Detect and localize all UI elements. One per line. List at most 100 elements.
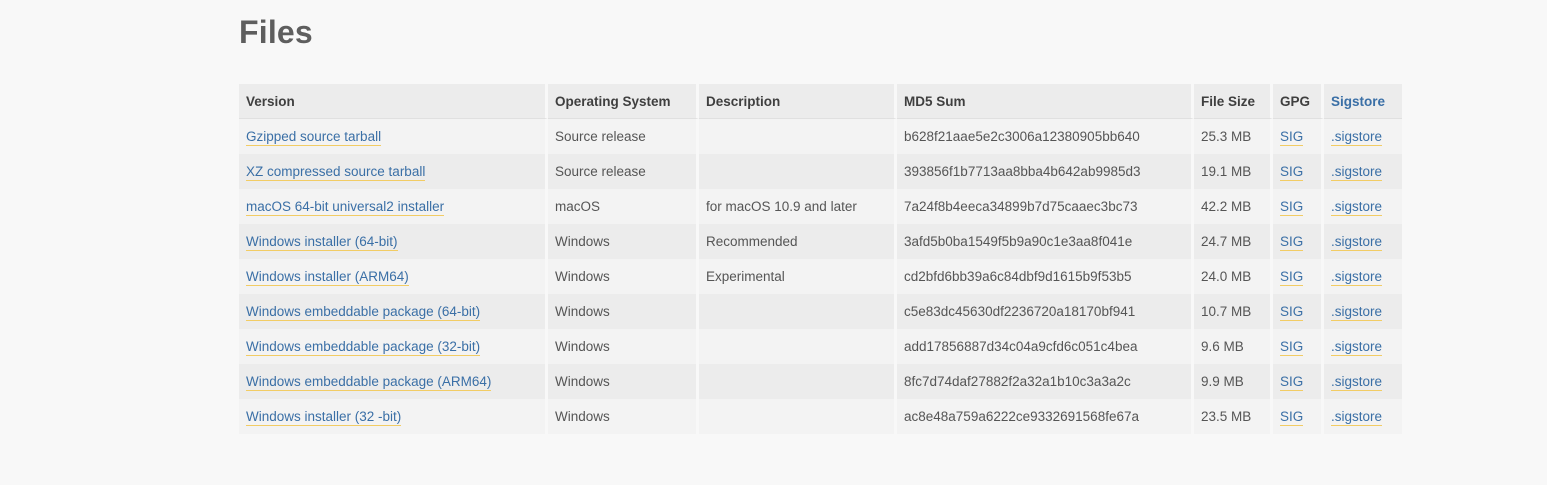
download-link[interactable]: Windows embeddable package (ARM64) — [246, 374, 492, 391]
cell-gpg: SIG — [1273, 224, 1324, 259]
files-table-body: Gzipped source tarball Source release b628… — [239, 119, 1402, 434]
cell-version: macOS 64-bit universal2 installer — [239, 189, 548, 224]
table-row: Windows embeddable package (ARM64) Window… — [239, 364, 1402, 399]
gpg-sig-link[interactable]: SIG — [1280, 199, 1304, 216]
sigstore-link[interactable]: .sigstore — [1331, 164, 1383, 181]
download-link[interactable]: XZ compressed source tarball — [246, 164, 426, 181]
cell-description: Recommended — [699, 224, 897, 259]
cell-sigstore: .sigstore — [1324, 259, 1402, 294]
cell-size: 25.3 MB — [1194, 119, 1273, 154]
download-link[interactable]: Windows installer (32 -bit) — [246, 409, 402, 426]
gpg-sig-link[interactable]: SIG — [1280, 339, 1304, 356]
column-header-gpg: GPG — [1273, 84, 1324, 119]
cell-description — [699, 329, 897, 364]
table-row: Gzipped source tarball Source release b628… — [239, 119, 1402, 154]
cell-os: Windows — [548, 329, 699, 364]
cell-gpg: SIG — [1273, 154, 1324, 189]
cell-os: Source release — [548, 154, 699, 189]
cell-version: Windows embeddable package (64-bit) — [239, 294, 548, 329]
gpg-sig-link[interactable]: SIG — [1280, 129, 1304, 146]
sigstore-link[interactable]: .sigstore — [1331, 374, 1383, 391]
files-page: Files Version Operating System Descripti… — [0, 0, 1547, 485]
gpg-sig-link[interactable]: SIG — [1280, 409, 1304, 426]
cell-version: Windows embeddable package (32-bit) — [239, 329, 548, 364]
cell-gpg: SIG — [1273, 364, 1324, 399]
cell-description — [699, 364, 897, 399]
cell-size: 9.6 MB — [1194, 329, 1273, 364]
cell-size: 23.5 MB — [1194, 399, 1273, 434]
cell-sigstore: .sigstore — [1324, 294, 1402, 329]
sigstore-header-link[interactable]: Sigstore — [1331, 94, 1385, 109]
cell-os: Windows — [548, 399, 699, 434]
cell-os: Windows — [548, 224, 699, 259]
sigstore-link[interactable]: .sigstore — [1331, 269, 1383, 286]
files-table: Version Operating System Description MD5… — [239, 84, 1402, 434]
download-link[interactable]: Gzipped source tarball — [246, 129, 382, 146]
gpg-sig-link[interactable]: SIG — [1280, 234, 1304, 251]
column-header-size: File Size — [1194, 84, 1273, 119]
cell-size: 10.7 MB — [1194, 294, 1273, 329]
column-header-sigstore[interactable]: Sigstore — [1324, 84, 1402, 119]
cell-size: 24.0 MB — [1194, 259, 1273, 294]
cell-description — [699, 154, 897, 189]
sigstore-link[interactable]: .sigstore — [1331, 234, 1383, 251]
cell-sigstore: .sigstore — [1324, 329, 1402, 364]
cell-version: Gzipped source tarball — [239, 119, 548, 154]
cell-description — [699, 399, 897, 434]
cell-version: Windows installer (ARM64) — [239, 259, 548, 294]
sigstore-link[interactable]: .sigstore — [1331, 129, 1383, 146]
cell-md5: b628f21aae5e2c3006a12380905bb640 — [897, 119, 1194, 154]
download-link[interactable]: Windows embeddable package (32-bit) — [246, 339, 481, 356]
cell-gpg: SIG — [1273, 259, 1324, 294]
cell-description: for macOS 10.9 and later — [699, 189, 897, 224]
column-header-version: Version — [239, 84, 548, 119]
cell-md5: c5e83dc45630df2236720a18170bf941 — [897, 294, 1194, 329]
cell-sigstore: .sigstore — [1324, 154, 1402, 189]
cell-size: 19.1 MB — [1194, 154, 1273, 189]
cell-size: 24.7 MB — [1194, 224, 1273, 259]
sigstore-link[interactable]: .sigstore — [1331, 199, 1383, 216]
cell-md5: 8fc7d74daf27882f2a32a1b10c3a3a2c — [897, 364, 1194, 399]
cell-os: Windows — [548, 364, 699, 399]
cell-os: macOS — [548, 189, 699, 224]
cell-version: Windows installer (32 -bit) — [239, 399, 548, 434]
cell-description — [699, 294, 897, 329]
cell-sigstore: .sigstore — [1324, 189, 1402, 224]
cell-md5: 393856f1b7713aa8bba4b642ab9985d3 — [897, 154, 1194, 189]
cell-gpg: SIG — [1273, 119, 1324, 154]
cell-version: XZ compressed source tarball — [239, 154, 548, 189]
cell-md5: 7a24f8b4eeca34899b7d75caaec3bc73 — [897, 189, 1194, 224]
gpg-sig-link[interactable]: SIG — [1280, 269, 1304, 286]
sigstore-link[interactable]: .sigstore — [1331, 409, 1383, 426]
column-header-os: Operating System — [548, 84, 699, 119]
table-row: XZ compressed source tarball Source relea… — [239, 154, 1402, 189]
gpg-sig-link[interactable]: SIG — [1280, 374, 1304, 391]
table-row: Windows embeddable package (32-bit) Windo… — [239, 329, 1402, 364]
sigstore-link[interactable]: .sigstore — [1331, 339, 1383, 356]
cell-description — [699, 119, 897, 154]
download-link[interactable]: Windows embeddable package (64-bit) — [246, 304, 481, 321]
table-row: Windows installer (ARM64) Windows Experime… — [239, 259, 1402, 294]
cell-sigstore: .sigstore — [1324, 399, 1402, 434]
cell-gpg: SIG — [1273, 294, 1324, 329]
table-header-row: Version Operating System Description MD5… — [239, 84, 1402, 119]
cell-sigstore: .sigstore — [1324, 224, 1402, 259]
cell-version: Windows embeddable package (ARM64) — [239, 364, 548, 399]
cell-md5: add17856887d34c04a9cfd6c051c4bea — [897, 329, 1194, 364]
cell-gpg: SIG — [1273, 189, 1324, 224]
download-link[interactable]: Windows installer (ARM64) — [246, 269, 409, 286]
table-row: Windows installer (32 -bit) Windows ac8e48… — [239, 399, 1402, 434]
download-link[interactable]: Windows installer (64-bit) — [246, 234, 398, 251]
cell-os: Windows — [548, 294, 699, 329]
cell-os: Source release — [548, 119, 699, 154]
sigstore-link[interactable]: .sigstore — [1331, 304, 1383, 321]
cell-size: 42.2 MB — [1194, 189, 1273, 224]
gpg-sig-link[interactable]: SIG — [1280, 164, 1304, 181]
gpg-sig-link[interactable]: SIG — [1280, 304, 1304, 321]
cell-md5: ac8e48a759a6222ce9332691568fe67a — [897, 399, 1194, 434]
download-link[interactable]: macOS 64-bit universal2 installer — [246, 199, 445, 216]
cell-md5: 3afd5b0ba1549f5b9a90c1e3aa8f041e — [897, 224, 1194, 259]
table-row: Windows installer (64-bit) Windows Recomme… — [239, 224, 1402, 259]
cell-version: Windows installer (64-bit) — [239, 224, 548, 259]
cell-size: 9.9 MB — [1194, 364, 1273, 399]
